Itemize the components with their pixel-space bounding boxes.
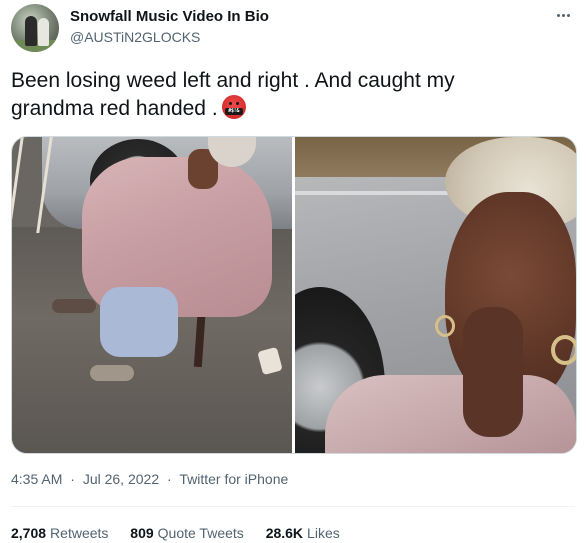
likes-stat[interactable]: 28.6K Likes — [266, 525, 340, 541]
retweets-count: 2,708 — [11, 525, 47, 541]
quote-tweets-label: Quote Tweets — [157, 525, 244, 541]
photo-region — [90, 365, 134, 381]
tweet-time[interactable]: 4:35 AM — [11, 471, 62, 487]
photo-region — [435, 315, 455, 337]
divider — [11, 506, 575, 507]
author-handle[interactable]: @AUSTiN2GLOCKS — [70, 29, 200, 45]
retweets-stat[interactable]: 2,708 Retweets — [11, 525, 108, 541]
photo-region — [551, 335, 576, 365]
likes-count: 28.6K — [265, 525, 304, 541]
likes-label: Likes — [307, 525, 340, 541]
photo-region — [463, 307, 523, 437]
photo-region — [100, 287, 178, 357]
emoji-symbols: #$!& — [224, 108, 243, 115]
tweet-text-line: grandma red handed . #$!& — [11, 95, 571, 123]
photo-region — [325, 375, 576, 453]
tweet-photo-grandma-sitting[interactable] — [12, 137, 292, 453]
photo-region — [52, 299, 96, 313]
quote-tweets-stat[interactable]: 809 Quote Tweets — [130, 525, 244, 541]
tweet-date[interactable]: Jul 26, 2022 — [83, 471, 159, 487]
quote-tweets-count: 809 — [130, 525, 154, 541]
retweets-label: Retweets — [50, 525, 109, 541]
face-with-symbols-emoji-icon: #$!& — [221, 95, 246, 119]
tweet-card: Snowfall Music Video In Bio @AUSTiN2GLOC… — [0, 0, 586, 543]
author-avatar[interactable] — [11, 4, 59, 52]
tweet-text: Been losing weed left and right . And ca… — [11, 67, 571, 123]
tweet-source[interactable]: Twitter for iPhone — [179, 471, 288, 487]
avatar-figure — [38, 18, 49, 46]
tweet-text-fragment: grandma red handed . — [11, 97, 218, 120]
meta-separator: · — [167, 471, 172, 487]
tweet-text-line: Been losing weed left and right . And ca… — [11, 69, 455, 92]
more-options-icon[interactable] — [552, 6, 574, 24]
tweet-metadata: 4:35 AM · Jul 26, 2022 · Twitter for iPh… — [11, 471, 288, 487]
tweet-media-grid — [11, 136, 577, 454]
tweet-stats: 2,708 Retweets 809 Quote Tweets 28.6K Likes — [11, 525, 358, 541]
avatar-figure — [25, 16, 37, 46]
meta-separator: · — [70, 471, 75, 487]
tweet-photo-grandma-closeup[interactable] — [295, 137, 576, 453]
author-display-name[interactable]: Snowfall Music Video In Bio — [70, 8, 269, 25]
